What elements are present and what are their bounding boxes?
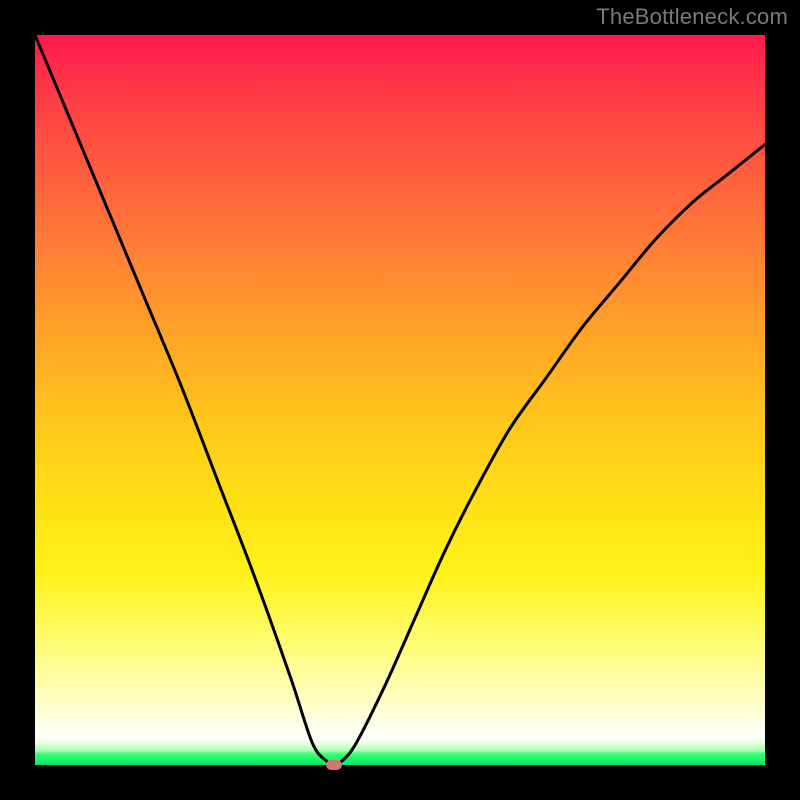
chart-frame: TheBottleneck.com <box>0 0 800 800</box>
chart-curve-layer <box>35 35 765 765</box>
optimal-point-marker <box>326 760 342 770</box>
bottleneck-curve <box>35 35 765 765</box>
watermark-text: TheBottleneck.com <box>596 4 788 30</box>
